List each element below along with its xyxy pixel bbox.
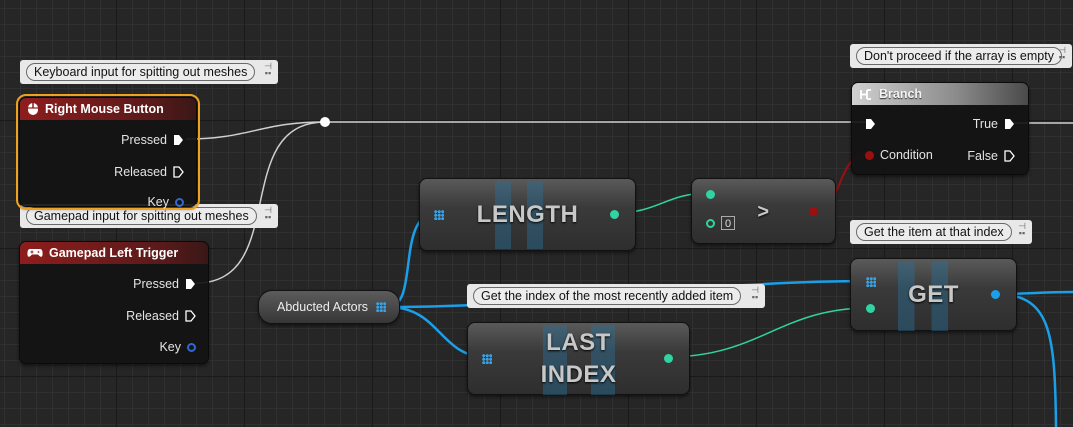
- comment-get[interactable]: Get the item at that index ⊣ ▪▪: [850, 220, 1032, 244]
- pin-key[interactable]: Key: [147, 195, 184, 209]
- pin-label: Released: [114, 165, 167, 179]
- pin-label: Released: [126, 309, 179, 323]
- comment-pin-icon[interactable]: ⊣ ▪▪: [263, 62, 273, 78]
- abducted-actors-variable[interactable]: Abducted Actors: [258, 290, 400, 324]
- exec-pin-empty-icon[interactable]: [185, 310, 196, 322]
- exec-pin-filled-icon[interactable]: [173, 134, 184, 146]
- comment-pin-icon[interactable]: ⊣ ▪▪: [1057, 46, 1067, 62]
- output-pin-icon[interactable]: [991, 290, 1000, 299]
- pin-true[interactable]: True: [973, 117, 1015, 131]
- comment-keyboard-text: Keyboard input for spitting out meshes: [26, 63, 256, 81]
- int-wire-lastindex: [666, 307, 870, 358]
- comment-keyboard[interactable]: Keyboard input for spitting out meshes ⊣…: [20, 60, 278, 84]
- pin-pressed[interactable]: Pressed: [121, 133, 184, 147]
- node-label: LENGTH: [476, 201, 579, 228]
- comment-branch-text: Don't proceed if the array is empty: [856, 47, 1062, 65]
- int-output-pin-icon[interactable]: [664, 354, 673, 363]
- pin-pressed[interactable]: Pressed: [133, 277, 196, 291]
- pin-false[interactable]: False: [967, 149, 1015, 163]
- greater-than-node[interactable]: 0 >: [691, 178, 836, 244]
- node-header: Right Mouse Button: [20, 98, 196, 120]
- pin-label: Pressed: [133, 277, 179, 291]
- pin-label: Key: [159, 340, 181, 354]
- node-header: Branch: [852, 83, 1028, 105]
- comment-pin-icon[interactable]: ⊣ ▪▪: [1017, 222, 1027, 238]
- exec-wire-rmb: [185, 121, 326, 140]
- key-pin-icon[interactable]: [187, 342, 196, 352]
- gamepad-icon: [27, 249, 43, 257]
- node-label-line2: INDEX: [540, 361, 617, 388]
- exec-pin-filled-icon[interactable]: [185, 278, 196, 290]
- exec-pin-filled-icon[interactable]: [1004, 118, 1015, 130]
- node-title: Gamepad Left Trigger: [49, 246, 179, 260]
- mouse-icon: [28, 103, 38, 115]
- comment-pin-icon[interactable]: ⊣ ▪▪: [750, 286, 760, 302]
- node-title: Branch: [879, 87, 923, 101]
- reroute-knot: [320, 117, 330, 127]
- comment-get-text: Get the item at that index: [856, 223, 1012, 241]
- int-output-pin-icon[interactable]: [610, 210, 619, 219]
- pin-released[interactable]: Released: [114, 165, 184, 179]
- gamepad-left-trigger-node[interactable]: Gamepad Left Trigger Pressed Released Ke…: [19, 241, 209, 364]
- pin-key[interactable]: Key: [159, 340, 196, 354]
- pin-label: Pressed: [121, 133, 167, 147]
- exec-wire-gamepad: [195, 121, 326, 284]
- comment-last-index[interactable]: Get the index of the most recently added…: [467, 284, 765, 308]
- node-title: Right Mouse Button: [45, 102, 164, 116]
- pin-label: Key: [147, 195, 169, 209]
- get-node[interactable]: GET: [850, 258, 1017, 331]
- bool-output-pin-icon[interactable]: [809, 207, 818, 216]
- comment-last-index-text: Get the index of the most recently added…: [473, 287, 742, 305]
- exec-input-pin-icon[interactable]: [865, 118, 876, 130]
- last-index-node[interactable]: LAST INDEX: [467, 322, 690, 395]
- pin-label: True: [972, 117, 998, 131]
- pin-label: Condition: [880, 148, 933, 162]
- key-pin-icon[interactable]: [175, 197, 184, 207]
- length-node[interactable]: LENGTH: [419, 178, 636, 251]
- exec-pin-empty-icon[interactable]: [173, 166, 184, 178]
- array-pin-icon[interactable]: [376, 302, 387, 312]
- node-header: Gamepad Left Trigger: [20, 242, 208, 264]
- right-mouse-button-node[interactable]: Right Mouse Button Pressed Released Key: [16, 94, 200, 210]
- pin-label: False: [967, 149, 998, 163]
- int-input-pin-a-icon[interactable]: [706, 190, 715, 199]
- branch-node[interactable]: Branch Condition True False: [851, 82, 1029, 175]
- comment-gamepad-text: Gamepad input for spitting out meshes: [26, 207, 257, 225]
- pin-released[interactable]: Released: [126, 309, 196, 323]
- node-label-line1: LAST: [546, 329, 611, 356]
- exec-pin-empty-icon[interactable]: [1004, 150, 1015, 162]
- bool-input-pin-icon[interactable]: [865, 150, 874, 160]
- branch-icon: [860, 88, 871, 100]
- comment-branch[interactable]: Don't proceed if the array is empty ⊣ ▪▪: [850, 44, 1072, 68]
- comment-pin-icon[interactable]: ⊣ ▪▪: [263, 206, 273, 222]
- variable-label: Abducted Actors: [277, 300, 369, 314]
- pin-condition[interactable]: Condition: [865, 148, 933, 162]
